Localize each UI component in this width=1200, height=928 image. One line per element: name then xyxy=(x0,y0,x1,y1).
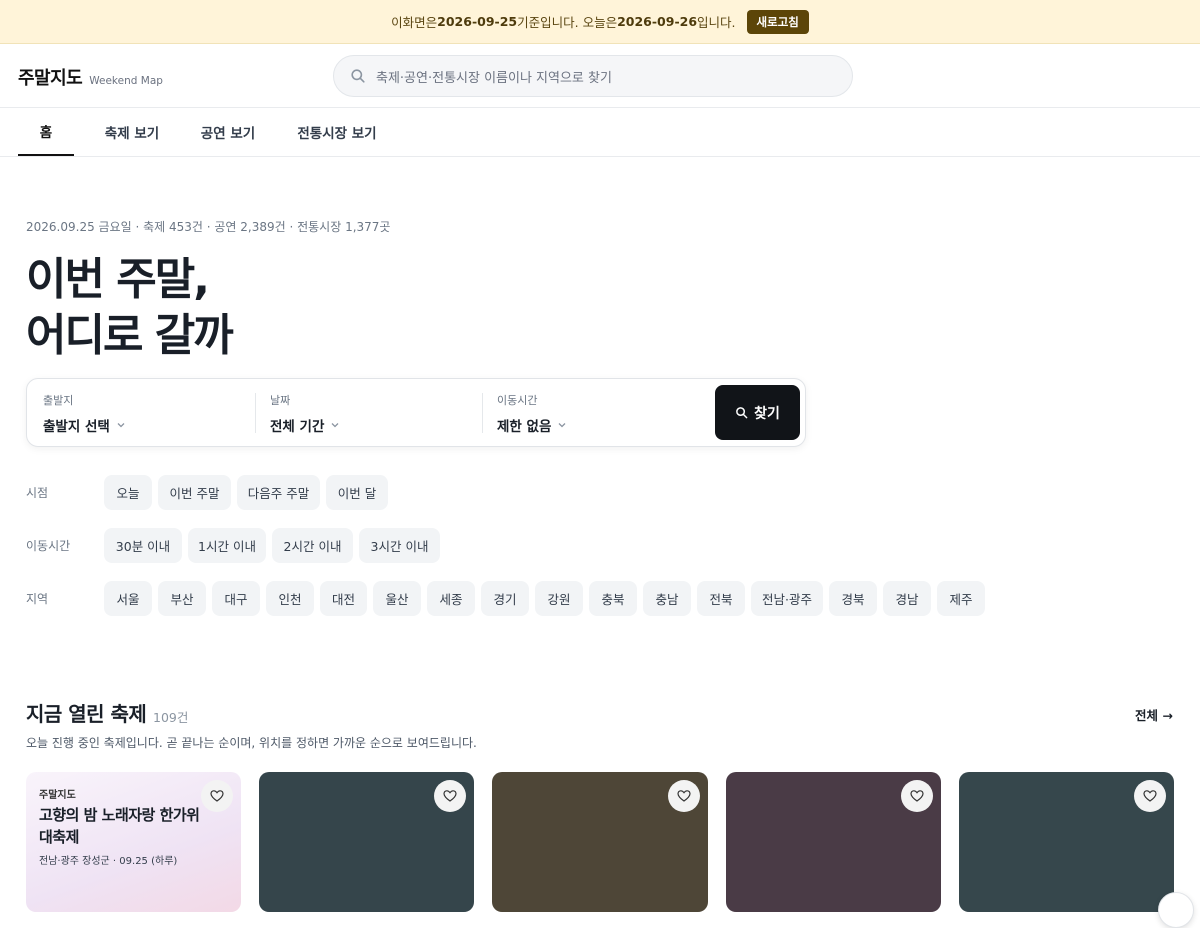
origin-label: 출발지 xyxy=(43,394,74,407)
chip-region[interactable]: 전남·광주 xyxy=(751,581,823,616)
find-button[interactable]: 찾기 xyxy=(715,385,800,440)
chip-region[interactable]: 경북 xyxy=(829,581,877,616)
chip-region[interactable]: 전북 xyxy=(697,581,745,616)
favorite-button[interactable] xyxy=(201,780,233,812)
search-placeholder: 축제·공연·전통시장 이름이나 지역으로 찾기 xyxy=(376,70,612,86)
section-description: 오늘 진행 중인 축제입니다. 곧 끝나는 순이며, 위치를 정하면 가까운 순… xyxy=(26,736,477,750)
banner-middle: 기준입니다. 오늘은 xyxy=(517,15,618,30)
card-title: 고향의 밤 노래자랑 한가위 대축제 xyxy=(39,806,200,846)
logo-subtitle: Weekend Map xyxy=(89,75,163,87)
banner-prefix: 이화면은 xyxy=(391,15,438,30)
heart-icon xyxy=(910,790,924,802)
chip-travel-1h[interactable]: 1시간 이내 xyxy=(188,528,266,563)
chip-region[interactable]: 대전 xyxy=(320,581,367,616)
tab-performances[interactable]: 공연 보기 xyxy=(192,108,264,156)
chip-travel-3h[interactable]: 3시간 이내 xyxy=(359,528,440,563)
chip-region[interactable]: 충북 xyxy=(589,581,637,616)
card-brand: 주말지도 xyxy=(39,790,76,801)
chip-when-next-weekend[interactable]: 다음주 주말 xyxy=(237,475,320,510)
chip-when-this-weekend[interactable]: 이번 주말 xyxy=(158,475,231,510)
favorite-button[interactable] xyxy=(1134,780,1166,812)
chevron-down-icon xyxy=(558,423,566,428)
section-title: 지금 열린 축제 xyxy=(26,702,147,726)
date-value: 전체 기간 xyxy=(270,419,325,435)
chip-region[interactable]: 서울 xyxy=(104,581,152,616)
favorite-button[interactable] xyxy=(901,780,933,812)
logo[interactable]: 주말지도 Weekend Map xyxy=(18,64,163,90)
festival-card[interactable] xyxy=(726,772,941,912)
page-title: 이번 주말, 어디로 갈까 xyxy=(26,252,234,364)
chip-travel-2h[interactable]: 2시간 이내 xyxy=(272,528,353,563)
chip-region[interactable]: 부산 xyxy=(158,581,206,616)
festival-card[interactable] xyxy=(959,772,1174,912)
region-filter-label: 지역 xyxy=(26,592,49,606)
chevron-down-icon xyxy=(331,423,339,428)
heart-icon xyxy=(1143,790,1157,802)
origin-value: 출발지 선택 xyxy=(43,419,110,435)
chip-region[interactable]: 세종 xyxy=(427,581,475,616)
when-filter-label: 시점 xyxy=(26,486,49,500)
festival-card[interactable]: 주말지도 고향의 밤 노래자랑 한가위 대축제 전남·광주 장성군 · 09.2… xyxy=(26,772,241,912)
heart-icon xyxy=(210,790,224,802)
tab-festivals[interactable]: 축제 보기 xyxy=(96,108,168,156)
date-notice-banner: 이화면은 2026-09-25 기준입니다. 오늘은 2026-09-26 입니다… xyxy=(0,0,1200,44)
chip-when-today[interactable]: 오늘 xyxy=(104,475,152,510)
find-button-label: 찾기 xyxy=(754,405,780,422)
search-icon xyxy=(351,69,365,83)
stats-line: 2026.09.25 금요일 · 축제 453건 · 공연 2,389건 · 전… xyxy=(26,220,391,234)
banner-data-date: 2026-09-25 xyxy=(437,14,518,29)
main-nav: 홈 축제 보기 공연 보기 전통시장 보기 xyxy=(0,108,1200,157)
tab-markets[interactable]: 전통시장 보기 xyxy=(288,108,386,156)
travel-time-label: 이동시간 xyxy=(497,394,538,407)
date-select[interactable]: 날짜 전체 기간 xyxy=(254,379,482,446)
favorite-button[interactable] xyxy=(668,780,700,812)
chip-travel-30m[interactable]: 30분 이내 xyxy=(104,528,182,563)
site-header: 주말지도 Weekend Map 축제·공연·전통시장 이름이나 지역으로 찾기 xyxy=(0,44,1200,108)
banner-today-date: 2026-09-26 xyxy=(617,14,698,29)
title-line-2: 어디로 갈까 xyxy=(26,310,234,361)
festival-card[interactable] xyxy=(492,772,708,912)
chip-region[interactable]: 경남 xyxy=(883,581,931,616)
logo-text: 주말지도 xyxy=(18,68,83,89)
travel-filter-label: 이동시간 xyxy=(26,539,71,553)
heart-icon xyxy=(443,790,457,802)
date-label: 날짜 xyxy=(270,394,291,407)
chip-region[interactable]: 충남 xyxy=(643,581,691,616)
refresh-button[interactable]: 새로고침 xyxy=(746,9,809,34)
travel-time-select[interactable]: 이동시간 제한 없음 xyxy=(481,379,709,446)
search-input[interactable]: 축제·공연·전통시장 이름이나 지역으로 찾기 xyxy=(333,55,853,97)
chip-region[interactable]: 인천 xyxy=(266,581,314,616)
chip-region[interactable]: 대구 xyxy=(212,581,260,616)
section-count: 109건 xyxy=(153,710,189,725)
search-icon xyxy=(736,407,748,419)
chip-when-this-month[interactable]: 이번 달 xyxy=(326,475,388,510)
travel-time-value: 제한 없음 xyxy=(497,419,552,435)
carousel-next-button[interactable] xyxy=(1158,892,1194,928)
favorite-button[interactable] xyxy=(434,780,466,812)
chip-region[interactable]: 경기 xyxy=(481,581,529,616)
title-line-1: 이번 주말, xyxy=(26,254,210,305)
see-all-link[interactable]: 전체 → xyxy=(1135,705,1173,724)
chevron-down-icon xyxy=(117,423,125,428)
banner-suffix: 입니다. xyxy=(697,15,736,30)
tab-home[interactable]: 홈 xyxy=(18,108,74,156)
origin-select[interactable]: 출발지 출발지 선택 xyxy=(27,379,255,446)
chip-region[interactable]: 제주 xyxy=(937,581,985,616)
chip-region[interactable]: 울산 xyxy=(373,581,421,616)
heart-icon xyxy=(677,790,691,802)
search-panel: 출발지 출발지 선택 날짜 전체 기간 이동시간 제한 없음 찾기 xyxy=(26,378,806,447)
chip-region[interactable]: 강원 xyxy=(535,581,583,616)
festival-card[interactable] xyxy=(259,772,474,912)
card-subtitle: 전남·광주 장성군 · 09.25 (하루) xyxy=(39,856,178,867)
